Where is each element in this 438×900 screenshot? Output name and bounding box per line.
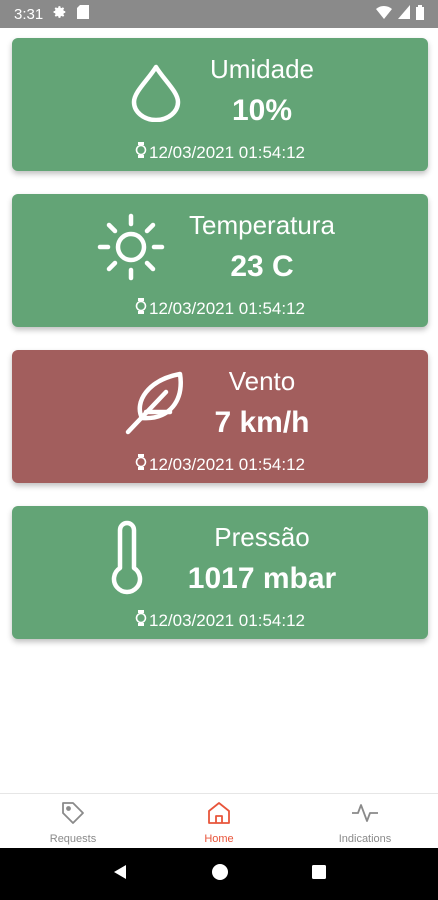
bottom-navigation: Requests Home Indications xyxy=(0,793,438,848)
status-bar: 3:31 xyxy=(0,0,438,28)
home-icon xyxy=(206,800,232,829)
tag-icon xyxy=(60,800,86,829)
nav-label: Requests xyxy=(49,833,97,845)
timestamp-text: 12/03/2021 01:54:12 xyxy=(149,298,305,318)
watch-icon xyxy=(135,610,147,631)
wind-card[interactable]: Vento 7 km/h 12/03/2021 01:54:12 xyxy=(12,350,428,483)
gear-icon xyxy=(53,5,67,23)
system-navigation-bar xyxy=(0,848,438,900)
nav-label: Indications xyxy=(338,833,392,845)
signal-icon xyxy=(398,5,410,23)
card-title: Umidade xyxy=(209,54,315,84)
watch-icon xyxy=(135,298,147,319)
card-value: 1017 mbar xyxy=(187,562,337,595)
timestamp-text: 12/03/2021 01:54:12 xyxy=(149,142,305,162)
recents-icon[interactable] xyxy=(311,864,327,885)
card-value: 23 C xyxy=(230,250,294,283)
nav-label: Home xyxy=(204,833,234,845)
nav-item-requests[interactable]: Requests xyxy=(0,794,146,848)
nav-item-home[interactable]: Home xyxy=(146,794,292,848)
card-timestamp: 12/03/2021 01:54:12 xyxy=(12,454,428,475)
sd-card-icon xyxy=(77,5,90,23)
timestamp-text: 12/03/2021 01:54:12 xyxy=(149,610,305,630)
card-value: 7 km/h xyxy=(214,406,310,439)
back-icon[interactable] xyxy=(111,863,129,886)
card-timestamp: 12/03/2021 01:54:12 xyxy=(12,298,428,319)
timestamp-text: 12/03/2021 01:54:12 xyxy=(149,454,305,474)
card-title: Temperatura xyxy=(189,210,335,240)
card-timestamp: 12/03/2021 01:54:12 xyxy=(12,142,428,163)
pressure-card[interactable]: Pressão 1017 mbar 12/03/2021 01:54:12 xyxy=(12,506,428,639)
humidity-card[interactable]: Umidade 10% 12/03/2021 01:54:12 xyxy=(12,38,428,171)
activity-icon xyxy=(351,800,379,829)
watch-icon xyxy=(135,454,147,475)
watch-icon xyxy=(135,142,147,163)
main-content: Umidade 10% 12/03/2021 01:54:12 Temperat… xyxy=(0,28,438,793)
status-time: 3:31 xyxy=(14,5,44,23)
nav-item-indications[interactable]: Indications xyxy=(292,794,438,848)
card-timestamp: 12/03/2021 01:54:12 xyxy=(12,610,428,631)
temperature-card[interactable]: Temperatura 23 C 12/03/2021 01:54:12 xyxy=(12,194,428,327)
battery-icon xyxy=(416,4,424,24)
card-title: Pressão xyxy=(214,522,310,552)
card-title: Vento xyxy=(228,366,296,396)
home-circle-icon[interactable] xyxy=(211,863,229,886)
card-value: 10% xyxy=(231,94,293,127)
wifi-icon xyxy=(376,5,392,23)
thermometer-icon xyxy=(110,520,144,601)
